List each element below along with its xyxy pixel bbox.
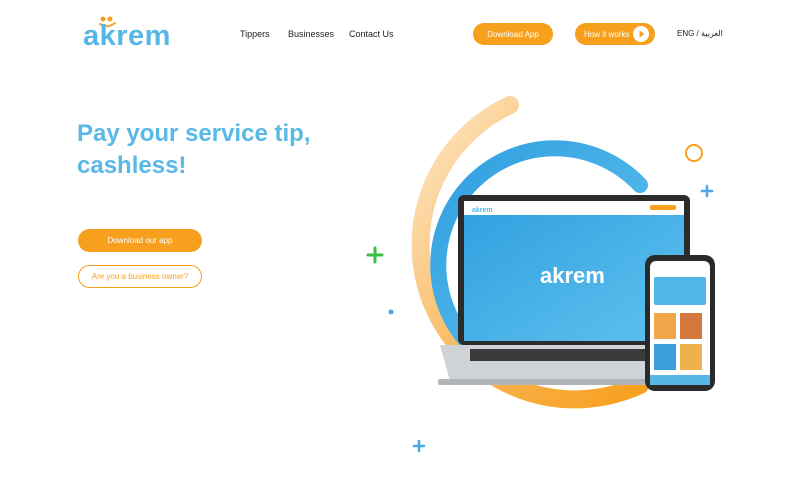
nav-contact-us[interactable]: Contact Us [349, 29, 394, 39]
nav-tippers[interactable]: Tippers [240, 29, 270, 39]
hero-title: Pay your service tip, cashless! [77, 118, 337, 182]
nav-businesses[interactable]: Businesses [288, 29, 334, 39]
business-owner-button[interactable]: Are you a business owner? [78, 265, 202, 288]
how-it-works-button[interactable]: How it works [575, 23, 655, 45]
phone [645, 255, 715, 391]
hero-title-line-1: Pay your service tip, [77, 120, 311, 147]
how-it-works-label: How it works [584, 29, 630, 39]
language-toggle[interactable]: ENG / العربية [677, 29, 723, 38]
hero-title-line-2: cashless! [77, 152, 187, 179]
download-app-button[interactable]: Download App [473, 23, 553, 45]
svg-text:akrem: akrem [472, 207, 493, 214]
brand-logo[interactable]: akrem [83, 16, 175, 54]
play-icon [633, 26, 649, 42]
logo-wordmark: akrem [83, 20, 171, 52]
svg-text:akrem: akrem [540, 263, 605, 288]
download-our-app-button[interactable]: Download our app [78, 229, 202, 252]
devices-illustration: akrem akrem [366, 96, 715, 453]
